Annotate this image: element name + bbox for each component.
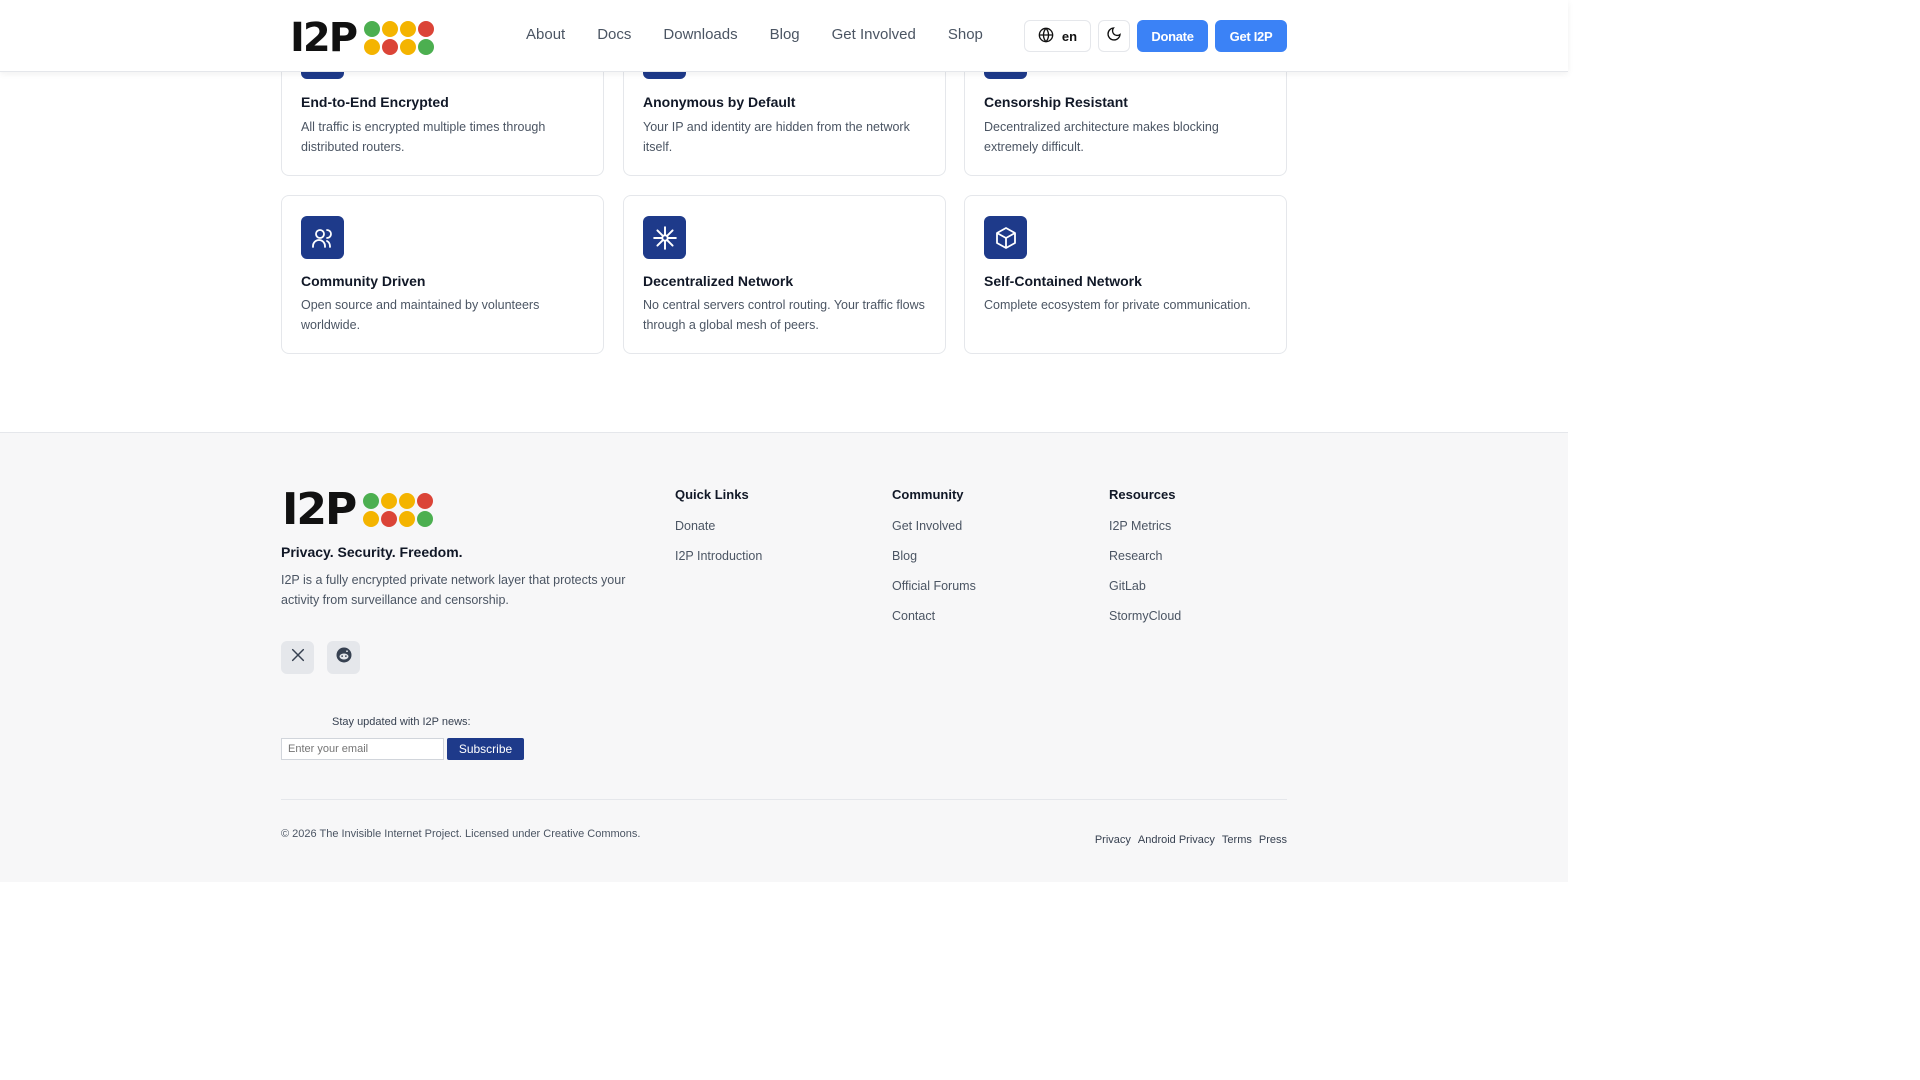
legal-link-terms[interactable]: Terms — [1222, 834, 1252, 846]
logo-dot — [363, 493, 380, 509]
footer-link-get-involved[interactable]: Get Involved — [892, 518, 976, 548]
language-selector[interactable]: en — [1024, 20, 1091, 52]
footer-link-donate[interactable]: Donate — [675, 518, 762, 548]
logo-dots — [364, 21, 435, 55]
column-title: Quick Links — [675, 487, 749, 502]
nav-downloads[interactable]: Downloads — [663, 26, 737, 43]
logo-dot — [417, 493, 434, 509]
footer-link-gitlab[interactable]: GitLab — [1109, 578, 1181, 608]
copyright: © 2026 The Invisible Internet Project. L… — [281, 828, 641, 840]
logo-text: I2P — [290, 15, 358, 61]
feature-title: Community Driven — [301, 273, 426, 289]
logo-dot — [364, 39, 381, 55]
language-code: en — [1061, 28, 1078, 44]
nav-about[interactable]: About — [526, 26, 565, 43]
footer-divider — [281, 799, 1287, 800]
site-footer: I2P Privacy. Security. Freedom. I2P is a… — [0, 432, 1568, 882]
subscribe-button[interactable]: Subscribe — [447, 738, 524, 760]
footer-link-stormycloud[interactable]: StormyCloud — [1109, 608, 1181, 638]
feature-title: End-to-End Encrypted — [301, 94, 449, 110]
footer-link-forums[interactable]: Official Forums — [892, 578, 976, 608]
nav-shop[interactable]: Shop — [948, 26, 983, 43]
nav-blog[interactable]: Blog — [770, 26, 800, 43]
logo-dot — [382, 39, 399, 55]
legal-link-privacy[interactable]: Privacy — [1095, 834, 1131, 846]
nav-docs[interactable]: Docs — [597, 26, 631, 43]
logo-dot — [381, 493, 398, 509]
legal-links: Privacy Android Privacy Terms Press — [1095, 834, 1287, 846]
logo-dot — [399, 511, 416, 527]
footer-column-resources: Resources I2P Metrics Research GitLab St… — [1109, 487, 1181, 638]
cube-icon — [984, 216, 1027, 259]
legal-link-press[interactable]: Press — [1259, 834, 1287, 846]
x-icon — [290, 647, 306, 668]
feature-desc: Decentralized architecture makes blockin… — [984, 120, 1219, 154]
footer-link-introduction[interactable]: I2P Introduction — [675, 548, 762, 578]
logo-dot — [418, 39, 435, 55]
feature-card: Self-Contained Network Complete ecosyste… — [964, 195, 1287, 354]
header-logo[interactable]: I2P — [290, 15, 435, 61]
footer-column-quick-links: Quick Links Donate I2P Introduction — [675, 487, 762, 578]
logo-text: I2P — [282, 484, 357, 535]
globe-icon — [1038, 27, 1054, 46]
nav-get-involved[interactable]: Get Involved — [832, 26, 916, 43]
main-nav: About Docs Downloads Blog Get Involved S… — [526, 26, 983, 43]
column-title: Resources — [1109, 487, 1176, 502]
reddit-link[interactable] — [327, 641, 360, 674]
feature-title: Censorship Resistant — [984, 94, 1128, 110]
column-title: Community — [892, 487, 964, 502]
email-input[interactable] — [281, 738, 444, 760]
logo-dots — [363, 493, 434, 527]
logo-dot — [400, 39, 417, 55]
footer-logo[interactable]: I2P — [282, 484, 434, 535]
theme-toggle-button[interactable] — [1098, 20, 1130, 52]
footer-link-metrics[interactable]: I2P Metrics — [1109, 518, 1181, 548]
logo-dot — [364, 21, 381, 37]
site-header: I2P About Docs Downloads Blog Get Involv… — [0, 0, 1568, 72]
feature-desc: All traffic is encrypted multiple times … — [301, 120, 546, 154]
reddit-icon — [335, 646, 353, 669]
logo-dot — [381, 511, 398, 527]
feature-card: Decentralized Network No central servers… — [623, 195, 946, 354]
footer-link-blog[interactable]: Blog — [892, 548, 976, 578]
logo-dot — [417, 511, 434, 527]
get-i2p-button[interactable]: Get I2P — [1215, 20, 1287, 52]
legal-link-android-privacy[interactable]: Android Privacy — [1138, 834, 1215, 846]
footer-about: I2P is a fully encrypted private network… — [281, 573, 626, 607]
footer-link-research[interactable]: Research — [1109, 548, 1181, 578]
logo-dot — [363, 511, 380, 527]
logo-dot — [382, 21, 399, 37]
feature-title: Decentralized Network — [643, 273, 794, 289]
feature-desc: Complete ecosystem for private communica… — [984, 298, 1251, 312]
footer-tagline: Privacy. Security. Freedom. — [281, 544, 463, 560]
network-icon — [643, 216, 686, 259]
footer-column-community: Community Get Involved Blog Official For… — [892, 487, 976, 638]
newsletter-label: Stay updated with I2P news: — [332, 716, 471, 728]
x-twitter-link[interactable] — [281, 641, 314, 674]
logo-dot — [399, 493, 416, 509]
moon-icon — [1106, 26, 1122, 47]
feature-desc: Your IP and identity are hidden from the… — [643, 120, 910, 154]
users-icon — [301, 216, 344, 259]
feature-title: Self-Contained Network — [984, 273, 1142, 289]
logo-dot — [400, 21, 417, 37]
feature-desc: No central servers control routing. Your… — [643, 298, 925, 332]
feature-title: Anonymous by Default — [643, 94, 796, 110]
feature-desc: Open source and maintained by volunteers… — [301, 298, 540, 332]
logo-dot — [418, 21, 435, 37]
feature-card: Community Driven Open source and maintai… — [281, 195, 604, 354]
donate-button[interactable]: Donate — [1137, 20, 1208, 52]
footer-link-contact[interactable]: Contact — [892, 608, 976, 638]
